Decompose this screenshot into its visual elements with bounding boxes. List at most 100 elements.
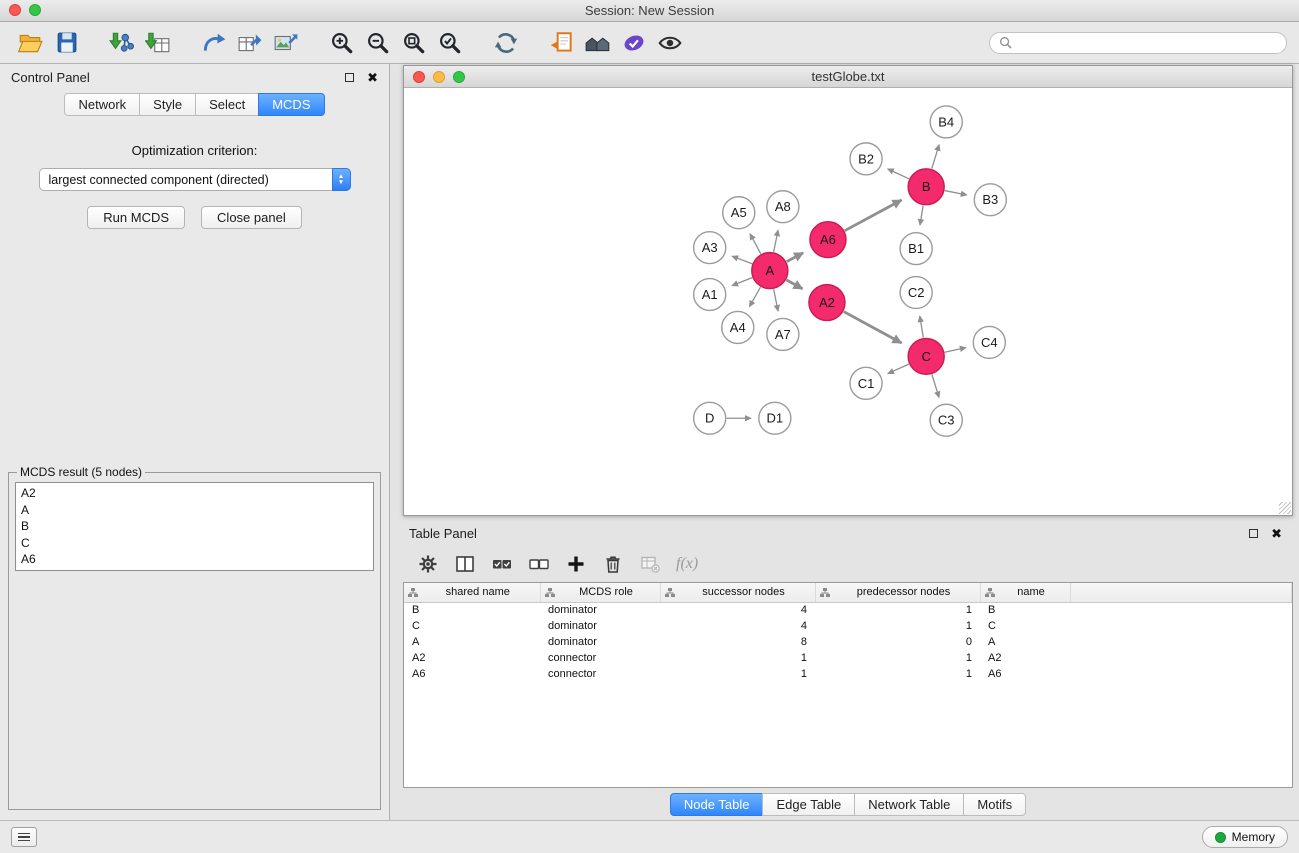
- table-cell[interactable]: connector: [540, 650, 660, 666]
- edge-C-C2[interactable]: [920, 316, 923, 337]
- mcds-result-item[interactable]: C: [21, 535, 368, 552]
- tab-mcds[interactable]: MCDS: [258, 93, 324, 116]
- node-A[interactable]: A: [752, 253, 788, 289]
- network-close-button[interactable]: [413, 71, 425, 83]
- edge-C-C3[interactable]: [932, 374, 939, 397]
- add-row-button[interactable]: [565, 551, 587, 577]
- zoom-selected-button[interactable]: [432, 25, 468, 61]
- column-header-successor-nodes[interactable]: successor nodes: [660, 583, 815, 602]
- optimization-dropdown[interactable]: largest connected component (directed) ▲…: [39, 168, 351, 191]
- save-session-button[interactable]: [48, 25, 84, 61]
- delete-row-button[interactable]: [602, 551, 624, 577]
- node-B4[interactable]: B4: [930, 106, 962, 138]
- table-cell[interactable]: B: [980, 602, 1070, 618]
- column-header-predecessor-nodes[interactable]: predecessor nodes: [815, 583, 980, 602]
- table-cell[interactable]: 8: [660, 634, 815, 650]
- edge-C-C4[interactable]: [945, 348, 966, 353]
- edge-A2-C[interactable]: [844, 312, 902, 343]
- close-window-button[interactable]: [9, 4, 21, 16]
- column-header-shared-name[interactable]: shared name: [404, 583, 540, 602]
- table-cell[interactable]: A6: [980, 666, 1070, 682]
- node-C1[interactable]: C1: [850, 367, 882, 399]
- table-cell[interactable]: 1: [815, 650, 980, 666]
- resize-grip[interactable]: [1279, 502, 1291, 514]
- table-row[interactable]: Bdominator41B: [404, 602, 1292, 618]
- node-C4[interactable]: C4: [973, 326, 1005, 358]
- export-network-button[interactable]: [196, 25, 232, 61]
- mcds-result-item[interactable]: B: [21, 518, 368, 535]
- table-cell[interactable]: A: [404, 634, 540, 650]
- network-minimize-button[interactable]: [433, 71, 445, 83]
- show-columns-button[interactable]: [454, 551, 476, 577]
- import-table-button[interactable]: [140, 25, 176, 61]
- tab-network[interactable]: Network: [64, 93, 140, 116]
- table-settings-button[interactable]: [417, 551, 439, 577]
- edge-A-A8[interactable]: [774, 230, 778, 252]
- node-B1[interactable]: B1: [900, 233, 932, 265]
- edge-B-B2[interactable]: [888, 169, 909, 179]
- table-cell[interactable]: C: [404, 618, 540, 634]
- table-cell[interactable]: 4: [660, 618, 815, 634]
- edge-A-A6[interactable]: [787, 253, 804, 262]
- mcds-result-item[interactable]: A2: [21, 485, 368, 502]
- table-row[interactable]: A2connector11A2: [404, 650, 1292, 666]
- table-cell[interactable]: 1: [660, 666, 815, 682]
- open-file-button[interactable]: [12, 25, 48, 61]
- edge-C-C1[interactable]: [888, 364, 909, 373]
- zoom-in-button[interactable]: [324, 25, 360, 61]
- run-mcds-button[interactable]: Run MCDS: [87, 206, 185, 229]
- table-cell[interactable]: A: [980, 634, 1070, 650]
- edge-A-A1[interactable]: [732, 278, 752, 286]
- close-panel-button[interactable]: Close panel: [201, 206, 302, 229]
- node-A8[interactable]: A8: [767, 191, 799, 223]
- node-A7[interactable]: A7: [767, 318, 799, 350]
- table-row[interactable]: Cdominator41C: [404, 618, 1292, 634]
- edge-B-B3[interactable]: [945, 191, 967, 195]
- table-cell[interactable]: 1: [815, 618, 980, 634]
- table-cell[interactable]: 1: [815, 666, 980, 682]
- table-close-panel-icon[interactable]: ✖: [1271, 527, 1282, 540]
- table-cell[interactable]: A2: [980, 650, 1070, 666]
- node-B[interactable]: B: [908, 169, 944, 205]
- edge-A-A4[interactable]: [749, 287, 760, 306]
- deselect-all-button[interactable]: [528, 551, 550, 577]
- table-cell[interactable]: dominator: [540, 602, 660, 618]
- table-cell[interactable]: A6: [404, 666, 540, 682]
- table-tab-motifs[interactable]: Motifs: [963, 793, 1026, 816]
- node-A1[interactable]: A1: [694, 279, 726, 311]
- eye-button[interactable]: [652, 25, 688, 61]
- zoom-window-button[interactable]: [29, 4, 41, 16]
- houses-button[interactable]: [580, 25, 616, 61]
- node-B2[interactable]: B2: [850, 143, 882, 175]
- edge-A-A5[interactable]: [750, 234, 761, 254]
- node-A4[interactable]: A4: [722, 311, 754, 343]
- table-tab-node-table[interactable]: Node Table: [670, 793, 764, 816]
- table-tab-network-table[interactable]: Network Table: [854, 793, 964, 816]
- mcds-result-item[interactable]: A: [21, 502, 368, 519]
- export-image-button[interactable]: [268, 25, 304, 61]
- node-A5[interactable]: A5: [723, 197, 755, 229]
- table-float-panel-icon[interactable]: [1249, 529, 1258, 538]
- column-header-MCDS-role[interactable]: MCDS role: [540, 583, 660, 602]
- table-cell[interactable]: 1: [815, 602, 980, 618]
- table-cell[interactable]: connector: [540, 666, 660, 682]
- task-history-button[interactable]: [11, 827, 37, 847]
- import-network-button[interactable]: [104, 25, 140, 61]
- style-brush-button[interactable]: [616, 25, 652, 61]
- edge-A-A3[interactable]: [732, 256, 752, 264]
- edge-A-A7[interactable]: [774, 289, 778, 311]
- node-D1[interactable]: D1: [759, 402, 791, 434]
- table-tab-edge-table[interactable]: Edge Table: [762, 793, 855, 816]
- node-D[interactable]: D: [694, 402, 726, 434]
- edge-B-B4[interactable]: [932, 145, 939, 169]
- search-input[interactable]: [1017, 36, 1277, 50]
- table-cell[interactable]: 1: [660, 650, 815, 666]
- table-row[interactable]: A6connector11A6: [404, 666, 1292, 682]
- network-zoom-button[interactable]: [453, 71, 465, 83]
- node-C2[interactable]: C2: [900, 277, 932, 309]
- close-panel-icon[interactable]: ✖: [367, 71, 378, 84]
- node-A3[interactable]: A3: [694, 232, 726, 264]
- table-cell[interactable]: A2: [404, 650, 540, 666]
- memory-button[interactable]: Memory: [1202, 826, 1288, 848]
- select-all-button[interactable]: [491, 551, 513, 577]
